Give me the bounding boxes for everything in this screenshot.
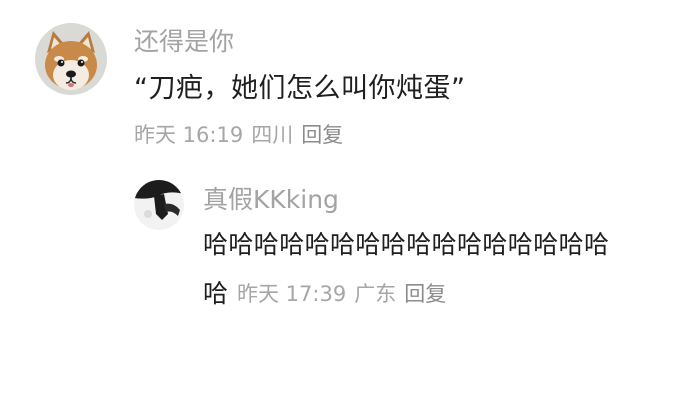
bw-avatar-icon[interactable] (134, 180, 184, 230)
comment-username[interactable]: 还得是你 (134, 26, 234, 58)
reply-time: 昨天 17:39 (237, 282, 347, 306)
reply-location: 广东 (354, 282, 397, 306)
reply-username[interactable]: 真假KKking (203, 184, 339, 216)
reply-text-line1: 哈哈哈哈哈哈哈哈哈哈哈哈哈哈哈哈 (203, 230, 610, 259)
reply-reply-button[interactable]: 回复 (404, 282, 446, 306)
reply-text-line2: 哈 (203, 279, 229, 308)
shiba-dog-avatar-icon[interactable] (35, 23, 107, 95)
comment-location: 四川 (251, 123, 294, 147)
comment-reply-button[interactable]: 回复 (301, 123, 343, 147)
reply-meta: 昨天 17:39 广东 回复 (237, 279, 454, 309)
comment-time: 昨天 16:19 (134, 123, 244, 147)
comment-meta: 昨天 16:19 四川 回复 (134, 120, 351, 150)
comment-text: “刀疤，她们怎么叫你炖蛋” (134, 73, 466, 104)
